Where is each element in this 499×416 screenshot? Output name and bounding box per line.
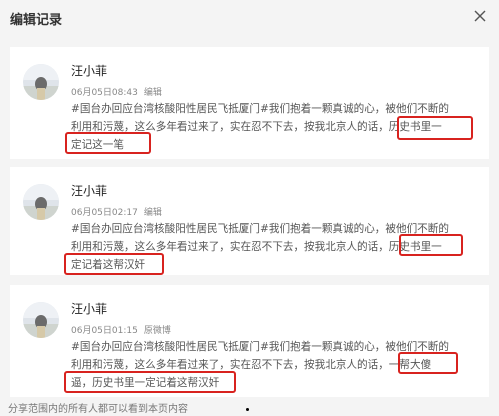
- post-text-line: #国台办回应台湾核酸阳性居民飞抵厦门#我们抱着一颗真诚的心，被他们不断的: [71, 223, 449, 235]
- dialog-header: 编辑记录: [0, 0, 499, 36]
- post-text: #国台办回应台湾核酸阳性居民飞抵厦门#我们抱着一颗真诚的心，被他们不断的 利用和…: [71, 100, 483, 154]
- edit-record-card: 汪小菲 06月05日01:15 原微博 #国台办回应台湾核酸阳性居民飞抵厦门#我们…: [10, 285, 489, 397]
- record-meta: 06月05日01:15 原微博: [71, 323, 171, 336]
- record-action: 编辑: [143, 88, 162, 98]
- record-time: 06月05日02:17: [71, 208, 138, 218]
- post-text-line: 利用和污蔑，这么多年看过来了，实在忍不下去，按我北京人的话，历史书里一: [71, 121, 442, 133]
- post-text-line: #国台办回应台湾核酸阳性居民飞抵厦门#我们抱着一颗真诚的心，被他们不断的: [71, 103, 449, 115]
- edit-record-card: 汪小菲 06月05日02:17 编辑 #国台办回应台湾核酸阳性居民飞抵厦门#我们抱…: [10, 167, 489, 275]
- record-meta: 06月05日08:43 编辑: [71, 85, 162, 98]
- user-name[interactable]: 汪小菲: [71, 62, 107, 79]
- share-scope-notice: 分享范围内的所有人都可以看到本页内容: [8, 404, 188, 415]
- user-name[interactable]: 汪小菲: [71, 182, 107, 199]
- avatar[interactable]: [23, 184, 59, 220]
- edit-record-card: 汪小菲 06月05日08:43 编辑 #国台办回应台湾核酸阳性居民飞抵厦门#我们抱…: [10, 47, 489, 159]
- post-text-line: 定记这一笔: [71, 139, 124, 151]
- record-time: 06月05日08:43: [71, 88, 138, 98]
- post-text-line: 逼，历史书里一定记着这帮汉奸: [71, 377, 220, 389]
- avatar[interactable]: [23, 302, 59, 338]
- user-name[interactable]: 汪小菲: [71, 300, 107, 317]
- post-text: #国台办回应台湾核酸阳性居民飞抵厦门#我们抱着一颗真诚的心，被他们不断的 利用和…: [71, 220, 483, 274]
- record-action: 原微博: [143, 326, 171, 336]
- record-time: 06月05日01:15: [71, 326, 138, 336]
- edit-history-dialog: 编辑记录 汪小菲 06月05日08:43 编辑 #国台办回应台湾核酸阳性居民飞抵厦…: [0, 0, 499, 416]
- close-icon[interactable]: [473, 9, 487, 23]
- dialog-title: 编辑记录: [10, 13, 63, 28]
- post-text-line: 定记着这帮汉奸: [71, 259, 146, 271]
- post-text-line: 利用和污蔑，这么多年看过来了，实在忍不下去，按我北京人的话，一帮大傻: [71, 359, 432, 371]
- record-meta: 06月05日02:17 编辑: [71, 205, 162, 218]
- post-text-line: 利用和污蔑，这么多年看过来了，实在忍不下去，按我北京人的话，历史书里一: [71, 241, 442, 253]
- record-action: 编辑: [143, 208, 162, 218]
- avatar[interactable]: [23, 64, 59, 100]
- page-indicator-dot: [246, 408, 249, 411]
- post-text: #国台办回应台湾核酸阳性居民飞抵厦门#我们抱着一颗真诚的心，被他们不断的 利用和…: [71, 338, 483, 392]
- post-text-line: #国台办回应台湾核酸阳性居民飞抵厦门#我们抱着一颗真诚的心，被他们不断的: [71, 341, 449, 353]
